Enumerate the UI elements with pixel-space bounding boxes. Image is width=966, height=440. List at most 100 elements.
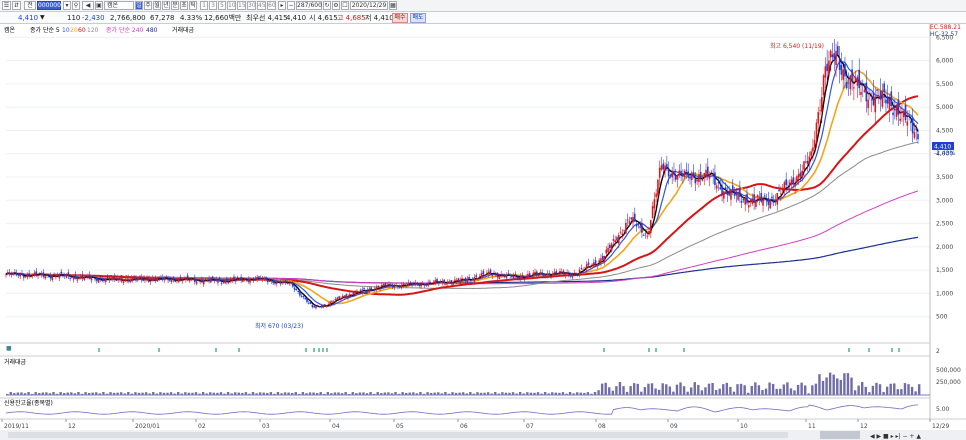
candle-body (507, 273, 510, 275)
candle-body (917, 134, 919, 140)
candle-body (416, 282, 419, 285)
minute-5[interactable]: 5 (218, 1, 226, 10)
candle-body (609, 245, 611, 249)
candle-body (14, 272, 16, 273)
candle-body (895, 105, 898, 117)
dropdown-icon[interactable]: ▾ (63, 1, 71, 10)
search-icon[interactable]: ⚲ (72, 1, 80, 10)
period-minute[interactable]: 분 (171, 1, 179, 10)
candle-body (55, 276, 57, 278)
candle-body (696, 179, 698, 182)
candle-body (511, 274, 513, 278)
sell-button[interactable]: 매도 (410, 13, 426, 23)
candle-body (199, 281, 201, 283)
minute-30[interactable]: 30 (247, 1, 256, 10)
volume-bar (629, 386, 632, 395)
minute-60[interactable]: 60 (267, 1, 276, 10)
stock-search-icon[interactable]: ▣ (95, 1, 103, 10)
period-tick[interactable]: 틱 (189, 1, 197, 10)
candle-body (821, 97, 823, 112)
candle-body (626, 219, 629, 221)
candle-body (655, 193, 657, 198)
candle-body (464, 277, 467, 281)
minute-15[interactable]: 15 (237, 1, 246, 10)
candle-body (397, 285, 399, 287)
candle-body (446, 282, 449, 283)
candle-body (853, 87, 855, 89)
candle-body (487, 271, 490, 275)
volume-bar (793, 390, 796, 395)
more-icon[interactable]: ▸ (278, 1, 286, 10)
minus-icon[interactable]: − (287, 1, 295, 10)
sub-tick: 2 (936, 348, 940, 355)
candle-body (202, 280, 205, 285)
scrollbar-thumb[interactable] (820, 431, 860, 439)
candle-body (863, 89, 866, 93)
minute-10[interactable]: 10 (227, 1, 236, 10)
stock-code-input[interactable]: 000000 (37, 1, 61, 10)
calendar-icon[interactable]: ▦ (389, 1, 397, 10)
x-tick-label: 09 (670, 423, 678, 430)
candle-body (559, 270, 561, 273)
minute-1[interactable]: 1 (200, 1, 208, 10)
menu-icon[interactable]: ☰ (2, 1, 11, 10)
count-input[interactable]: 287/600 (296, 1, 322, 10)
minute-3[interactable]: 3 (209, 1, 217, 10)
stock-chart[interactable]: 캠온 종가 단순 5 10 20 60 120 종가 단순 240 480 거래… (0, 24, 966, 440)
candle-body (473, 277, 476, 282)
candle-body (712, 175, 714, 177)
scrollbar-track[interactable] (8, 432, 788, 438)
speaker-icon[interactable]: ◀ (82, 1, 94, 10)
period-month[interactable]: 월 (153, 1, 161, 10)
candle-body (594, 260, 597, 265)
candle-body (774, 199, 777, 202)
candle-body (630, 217, 633, 220)
day-period-button[interactable]: 일 (135, 1, 143, 10)
period-year[interactable]: 년 (162, 1, 170, 10)
hi-label: EC.588.21 (930, 24, 961, 31)
date-input[interactable]: 2020/12/29 (350, 1, 388, 10)
settings-icon[interactable]: ⚙ (332, 1, 340, 10)
candle-body (188, 280, 191, 282)
market-select[interactable]: 전 (24, 1, 36, 10)
candle-body (33, 272, 36, 276)
candle-body (904, 104, 907, 121)
volume-bar (643, 387, 647, 395)
candle-body (47, 276, 50, 278)
candle-body (721, 185, 723, 195)
candle-body (436, 279, 438, 282)
candle-body (708, 175, 711, 179)
period-second[interactable]: 초 (180, 1, 188, 10)
candle-body (637, 223, 640, 226)
candle-body (295, 289, 298, 291)
signal-mark (683, 348, 685, 352)
candle-body (477, 278, 479, 279)
candle-body (26, 274, 29, 278)
candle-body (596, 264, 599, 267)
candle-body (222, 281, 225, 283)
candle-body (815, 122, 818, 140)
vol-tick-2: 250,000 (936, 379, 961, 386)
candle-body (44, 276, 46, 279)
scroll-controls[interactable]: ◀ ▶ ■ ▸ ▸| − + ▲ (870, 433, 921, 440)
volume-bar (633, 383, 636, 395)
period-week[interactable]: 주 (144, 1, 152, 10)
candle-body (179, 276, 182, 280)
candle-body (689, 176, 691, 179)
volume-bar (622, 386, 625, 395)
signal-mark (158, 348, 160, 352)
buy-button[interactable]: 매수 (392, 13, 408, 23)
candle-body (462, 279, 465, 281)
checkbox-icon[interactable]: ☐ (341, 1, 349, 10)
toggle-icon[interactable]: ⇵ (12, 1, 21, 10)
stock-name-field[interactable]: 캠온 (104, 1, 134, 10)
minute-45[interactable]: 45 (257, 1, 266, 10)
lookup-icon[interactable]: ↻ (323, 1, 331, 10)
candle-body (206, 280, 209, 282)
candle-body (63, 274, 66, 276)
candle-body (664, 165, 666, 172)
candle-body (838, 58, 841, 70)
candle-body (845, 82, 848, 89)
candle-body (461, 277, 463, 279)
candle-body (5, 274, 7, 276)
